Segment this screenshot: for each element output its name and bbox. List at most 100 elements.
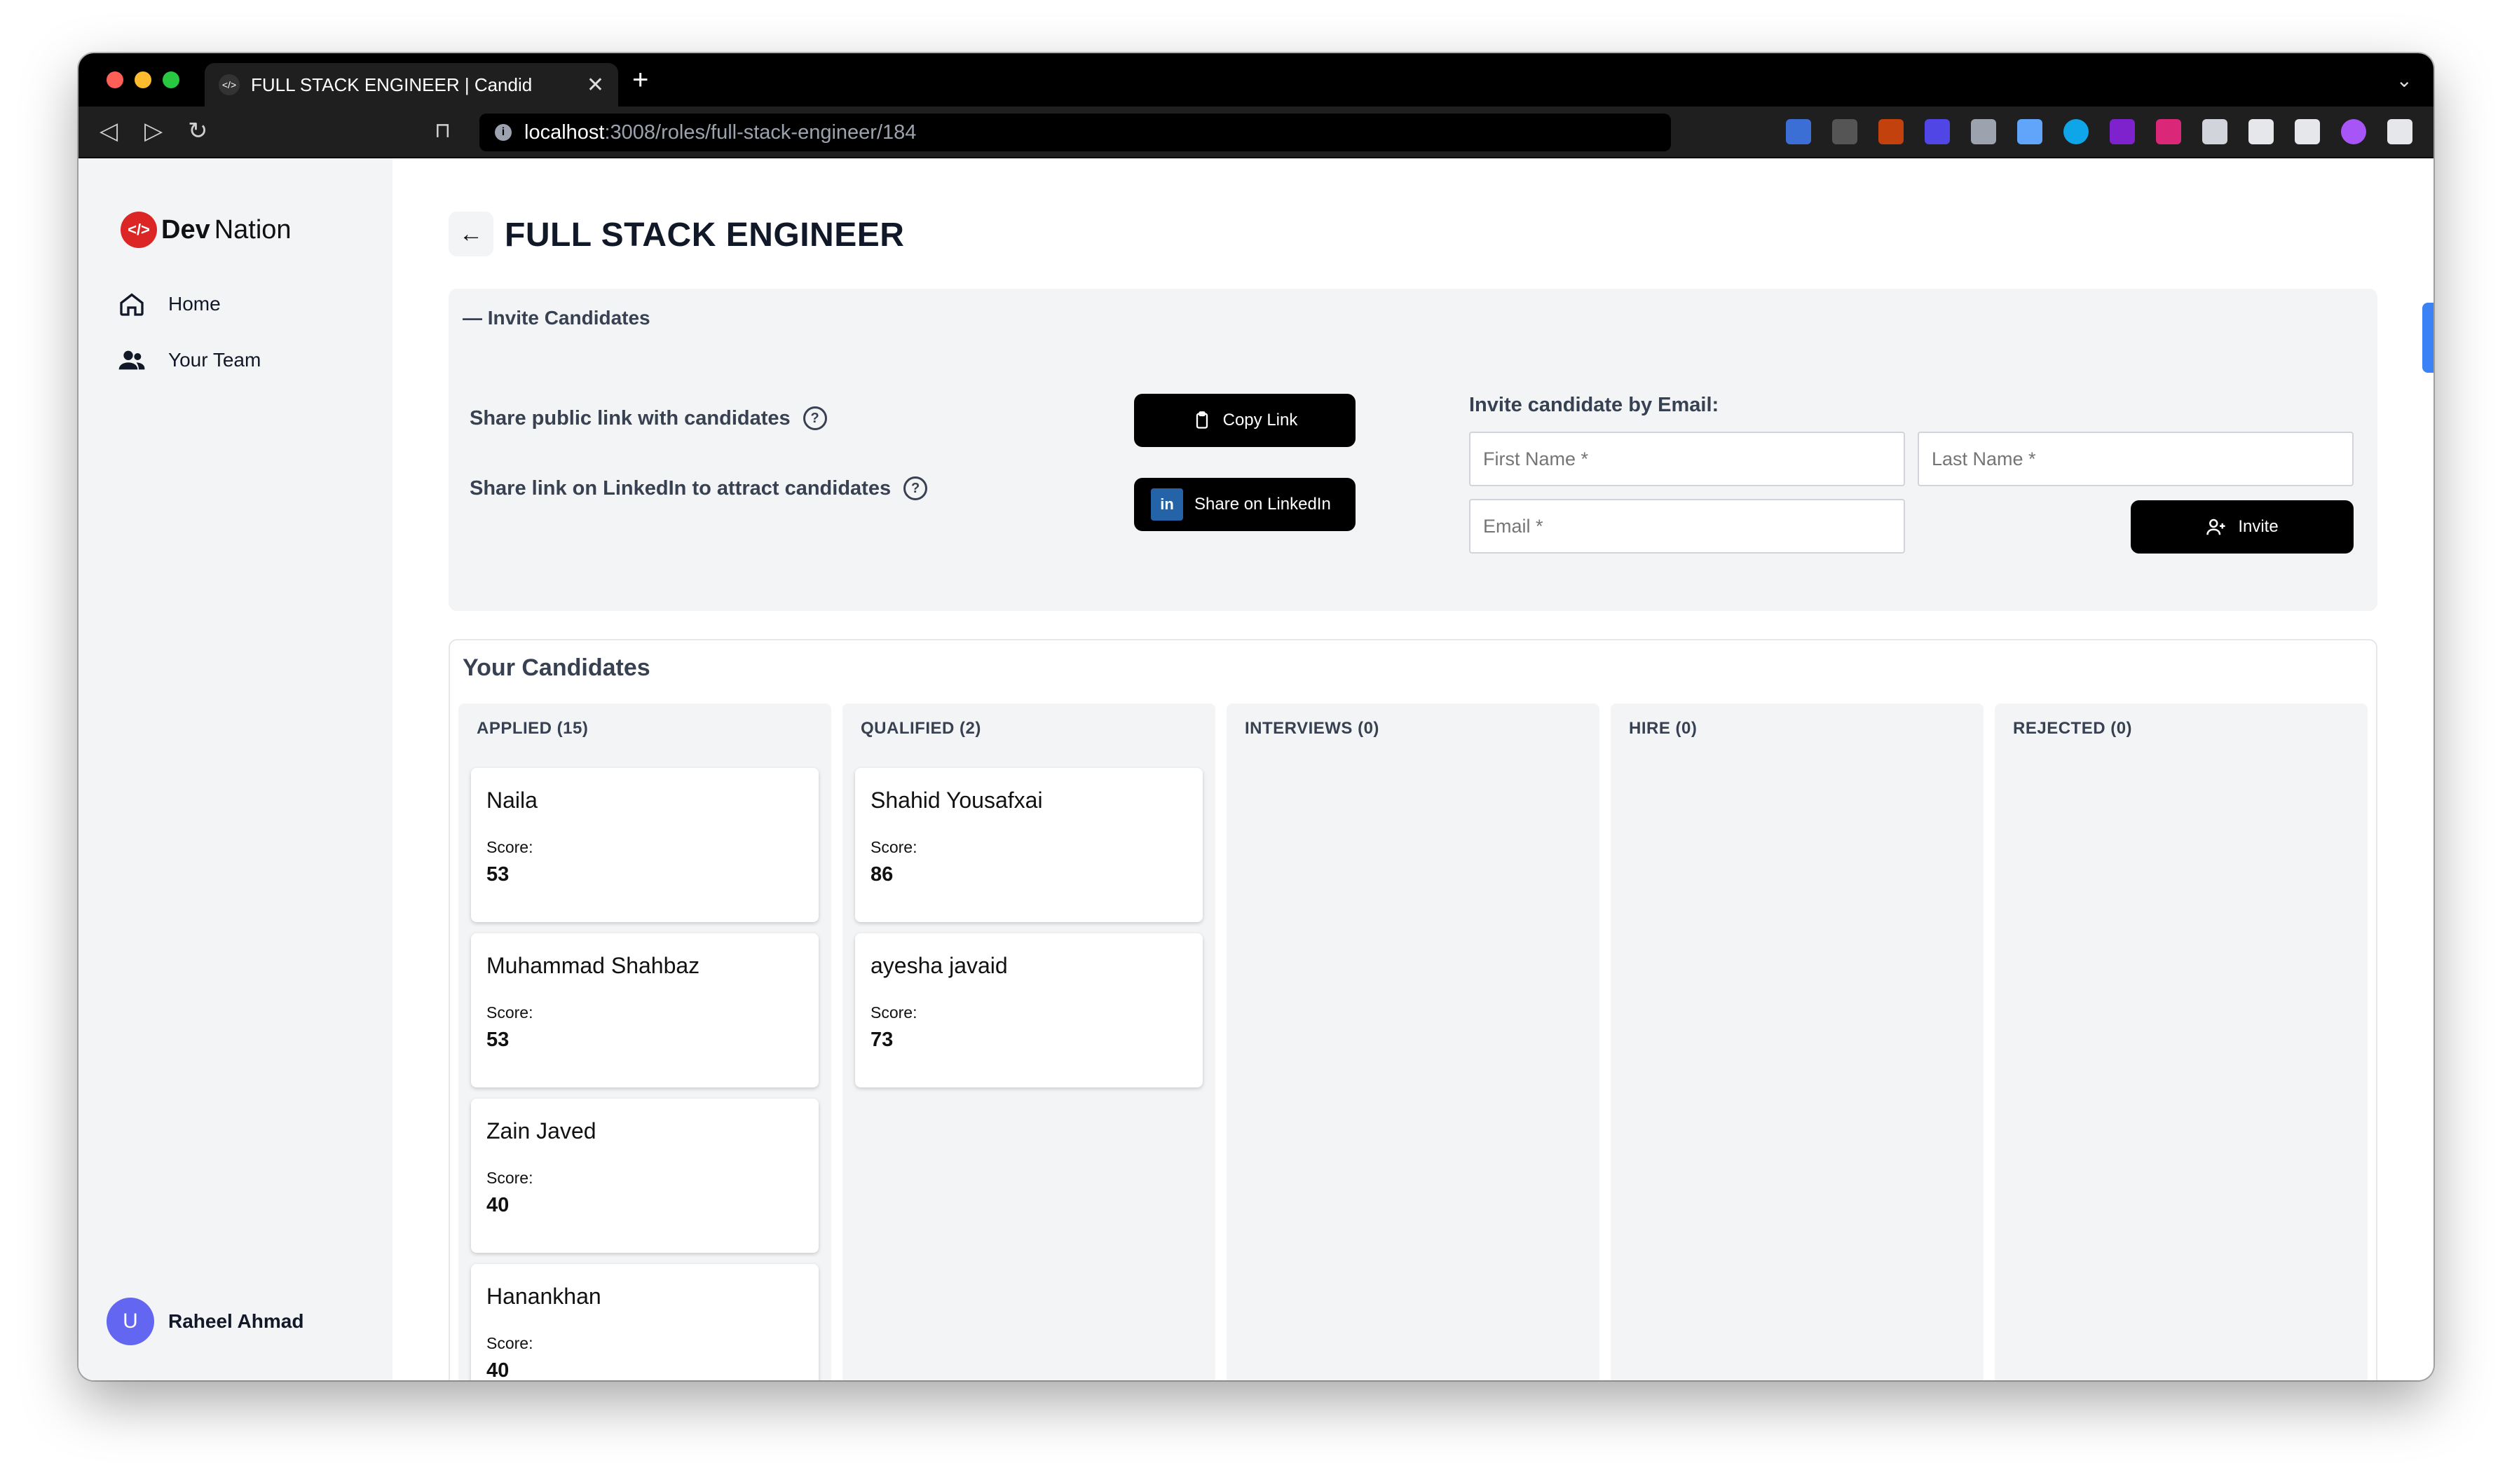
bookmark-icon[interactable]: ⊓ — [435, 119, 451, 143]
close-tab-icon[interactable]: ✕ — [587, 73, 604, 97]
score-label: Score: — [486, 1334, 533, 1352]
maximize-window-button[interactable] — [163, 71, 179, 88]
column-applied: APPLIED (15) Naila Score: 53 Muhammad Sh… — [458, 703, 831, 1380]
help-icon[interactable]: ? — [903, 476, 928, 500]
mn-extension-icon[interactable] — [2110, 119, 2135, 144]
close-window-button[interactable] — [107, 71, 123, 88]
score-label: Score: — [486, 838, 533, 856]
browser-tab[interactable]: </> FULL STACK ENGINEER | Candid ✕ — [205, 63, 618, 107]
invite-label: Invite — [2238, 517, 2279, 536]
page-scrollbar[interactable] — [2422, 303, 2434, 373]
url-text: localhost:3008/roles/full-stack-engineer… — [524, 121, 916, 144]
candidate-name: Hanankhan — [486, 1284, 601, 1309]
browser-toolbar: ◁ ▷ ↻ ⊓ i localhost:3008/roles/full-stac… — [78, 107, 2434, 158]
menu-icon[interactable] — [2387, 119, 2412, 144]
invite-candidates-panel: — Invite Candidates Share public link wi… — [449, 289, 2377, 611]
logo-mark-icon: </> — [121, 212, 157, 248]
candidates-panel: Your Candidates APPLIED (15) Naila Score… — [449, 639, 2377, 1380]
candidate-card[interactable]: Naila Score: 53 — [471, 768, 819, 922]
linkedin-icon: in — [1151, 488, 1183, 521]
candidate-card[interactable]: Shahid Yousafxai Score: 86 — [855, 768, 1203, 922]
score-label: Score: — [486, 1169, 533, 1187]
column-title: INTERVIEWS (0) — [1245, 719, 1379, 738]
browser-window: </> FULL STACK ENGINEER | Candid ✕ + ⌄ ◁… — [78, 53, 2434, 1380]
logo-nation-text: Nation — [214, 214, 292, 245]
invite-button[interactable]: Invite — [2131, 500, 2354, 554]
tab-bar: </> FULL STACK ENGINEER | Candid ✕ + ⌄ — [78, 53, 2434, 107]
sidebar-toggle-icon[interactable] — [2248, 119, 2274, 144]
score-value: 40 — [486, 1359, 510, 1380]
candidate-name: Shahid Yousafxai — [871, 788, 1043, 813]
tab-list-chevron-icon[interactable]: ⌄ — [2396, 69, 2412, 92]
main-area: ← FULL STACK ENGINEER — Invite Candidate… — [449, 158, 2377, 1380]
reload-icon[interactable]: ↻ — [188, 119, 208, 143]
column-hire: HIRE (0) — [1611, 703, 1984, 1380]
sidebar: </> Dev Nation Home Your Team U Raheel Ah… — [78, 158, 392, 1380]
user-name: Raheel Ahmad — [168, 1310, 304, 1332]
s-extension-icon[interactable] — [2156, 119, 2181, 144]
page-title: FULL STACK ENGINEER — [505, 217, 905, 254]
column-title: HIRE (0) — [1629, 719, 1698, 738]
react-extension-icon[interactable] — [2063, 119, 2089, 144]
clipboard-icon — [1196, 411, 1208, 429]
email-input[interactable] — [1469, 499, 1905, 554]
sidebar-item-home[interactable]: Home — [118, 290, 221, 318]
help-icon[interactable]: ? — [803, 406, 827, 430]
score-label: Score: — [486, 1003, 533, 1022]
url-host: localhost — [524, 121, 605, 144]
add-user-icon — [2206, 518, 2225, 535]
wallet-icon[interactable] — [2295, 119, 2320, 144]
candidate-name: Naila — [486, 788, 538, 813]
cloud-extension-icon[interactable] — [2017, 119, 2042, 144]
forward-nav-icon[interactable]: ▷ — [144, 119, 163, 143]
invite-section-toggle[interactable]: — Invite Candidates — [463, 307, 650, 329]
column-qualified: QUALIFIED (2) Shahid Yousafxai Score: 86… — [842, 703, 1215, 1380]
sidebar-item-label: Your Team — [168, 349, 261, 371]
devnation-logo[interactable]: </> Dev Nation — [121, 212, 292, 248]
sidebar-item-label: Home — [168, 293, 221, 315]
score-value: 53 — [486, 863, 510, 886]
candidate-name: Zain Javed — [486, 1118, 596, 1143]
candidates-title: Your Candidates — [463, 654, 650, 681]
copy-link-button[interactable]: Copy Link — [1134, 394, 1356, 447]
translate-extension-icon[interactable] — [1786, 119, 1811, 144]
tab-title: FULL STACK ENGINEER | Candid — [251, 74, 533, 95]
candidate-card[interactable]: Muhammad Shahbaz Score: 53 — [471, 933, 819, 1087]
new-tab-button[interactable]: + — [632, 64, 648, 96]
score-value: 73 — [871, 1029, 894, 1051]
share-on-linkedin-button[interactable]: in Share on LinkedIn — [1134, 478, 1356, 531]
pen-extension-icon[interactable] — [1971, 119, 1996, 144]
candidate-card[interactable]: Hanankhan Score: 40 — [471, 1264, 819, 1380]
last-name-input[interactable] — [1918, 432, 2354, 486]
column-interviews: INTERVIEWS (0) — [1227, 703, 1599, 1380]
logo-dev-text: Dev — [161, 214, 210, 245]
score-value: 86 — [871, 863, 894, 886]
share-linkedin-text: Share link on LinkedIn to attract candid… — [470, 476, 892, 500]
score-label: Score: — [871, 1003, 917, 1022]
code-extension-icon[interactable] — [1832, 119, 1857, 144]
site-info-icon[interactable]: i — [495, 124, 512, 141]
share-public-text: Share public link with candidates — [470, 406, 791, 430]
score-value: 53 — [486, 1029, 510, 1051]
puzzle-extensions-icon[interactable] — [2202, 119, 2227, 144]
team-icon — [118, 350, 145, 370]
sidebar-item-your-team[interactable]: Your Team — [118, 346, 261, 374]
user-profile[interactable]: U Raheel Ahmad — [107, 1298, 303, 1345]
candidate-card[interactable]: ayesha javaid Score: 73 — [855, 933, 1203, 1087]
first-name-input[interactable] — [1469, 432, 1905, 486]
column-title: REJECTED (0) — [2013, 719, 2133, 738]
candidate-card[interactable]: Zain Javed Score: 40 — [471, 1099, 819, 1253]
favicon-icon: </> — [219, 74, 240, 95]
url-path: :3008/roles/full-stack-engineer/184 — [604, 121, 917, 144]
tool-extension-icon[interactable] — [1878, 119, 1904, 144]
linkedin-label: Share on LinkedIn — [1194, 495, 1331, 514]
minimize-window-button[interactable] — [135, 71, 151, 88]
gear-extension-icon[interactable] — [1925, 119, 1950, 144]
profile-icon[interactable] — [2341, 119, 2366, 144]
back-button[interactable]: ← — [449, 212, 493, 256]
column-rejected: REJECTED (0) — [1995, 703, 2368, 1380]
column-title: APPLIED (15) — [477, 719, 589, 738]
address-bar[interactable]: i localhost:3008/roles/full-stack-engine… — [479, 114, 1671, 151]
back-nav-icon[interactable]: ◁ — [100, 119, 118, 143]
extensions-row — [1786, 119, 2412, 144]
